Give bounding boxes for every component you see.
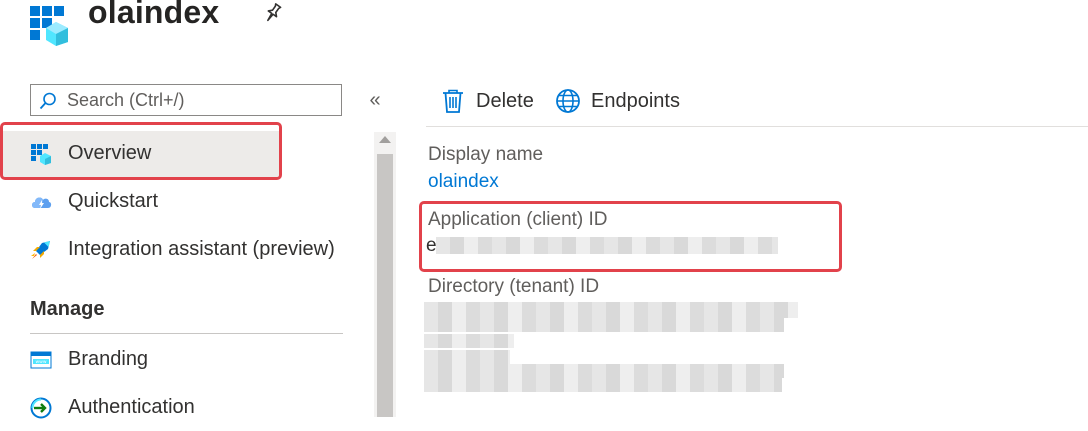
nav-scroll-thumb[interactable] (377, 154, 393, 417)
nav-divider (30, 333, 343, 334)
search-icon (39, 92, 56, 110)
trash-icon (443, 89, 463, 113)
redacted-text (424, 364, 784, 378)
branding-icon: www (30, 351, 52, 369)
tenant-id-label: Directory (tenant) ID (428, 276, 600, 297)
page-header: olaindex (0, 0, 1088, 60)
search-input[interactable] (67, 85, 337, 115)
redacted-text (424, 350, 510, 364)
endpoints-label: Endpoints (591, 90, 680, 112)
app-grid-icon (31, 144, 51, 165)
app-id-value[interactable]: e (426, 235, 437, 257)
sidebar-item-branding[interactable]: www Branding (0, 337, 372, 383)
delete-label: Delete (476, 90, 534, 112)
app-id-label: Application (client) ID (428, 209, 608, 230)
nav-section-manage: Manage (30, 298, 105, 320)
sidebar-item-integration-assistant[interactable]: Integration assistant (preview) (0, 227, 372, 273)
cloud-bolt-icon (32, 197, 52, 209)
sidebar-item-label: Integration assistant (preview) (68, 238, 335, 260)
page-title: olaindex (88, 0, 220, 30)
delete-button[interactable]: Delete (440, 86, 536, 118)
nav-scrollbar[interactable] (374, 132, 396, 417)
sidebar-item-label: Authentication (68, 396, 195, 418)
app-registration-icon (30, 6, 68, 46)
sidebar-item-quickstart[interactable]: Quickstart (0, 179, 372, 225)
sidebar-item-label: Overview (68, 142, 152, 164)
app-id-redacted (436, 237, 778, 254)
globe-icon (556, 89, 580, 113)
scroll-up-icon[interactable] (379, 136, 391, 143)
rocket-icon (31, 241, 50, 259)
redacted-text (424, 378, 782, 392)
collapse-nav-button[interactable]: « (365, 88, 385, 112)
tenant-id-redacted (424, 318, 784, 332)
sidebar-item-label: Quickstart (68, 190, 159, 212)
pin-icon[interactable] (262, 2, 284, 24)
redacted-text (424, 334, 514, 348)
authentication-icon (30, 397, 52, 419)
command-bar: Delete Endpoints (426, 80, 1088, 127)
display-name-link[interactable]: olaindex (428, 171, 499, 193)
sidebar-item-label: Branding (68, 348, 149, 370)
svg-text:www: www (35, 360, 46, 365)
sidebar-item-overview[interactable]: Overview (0, 131, 280, 177)
endpoints-button[interactable]: Endpoints (555, 86, 685, 118)
display-name-label: Display name (428, 144, 544, 165)
search-box[interactable] (30, 84, 342, 116)
sidebar-item-authentication[interactable]: Authentication (0, 385, 372, 431)
tenant-id-redacted (424, 302, 798, 318)
